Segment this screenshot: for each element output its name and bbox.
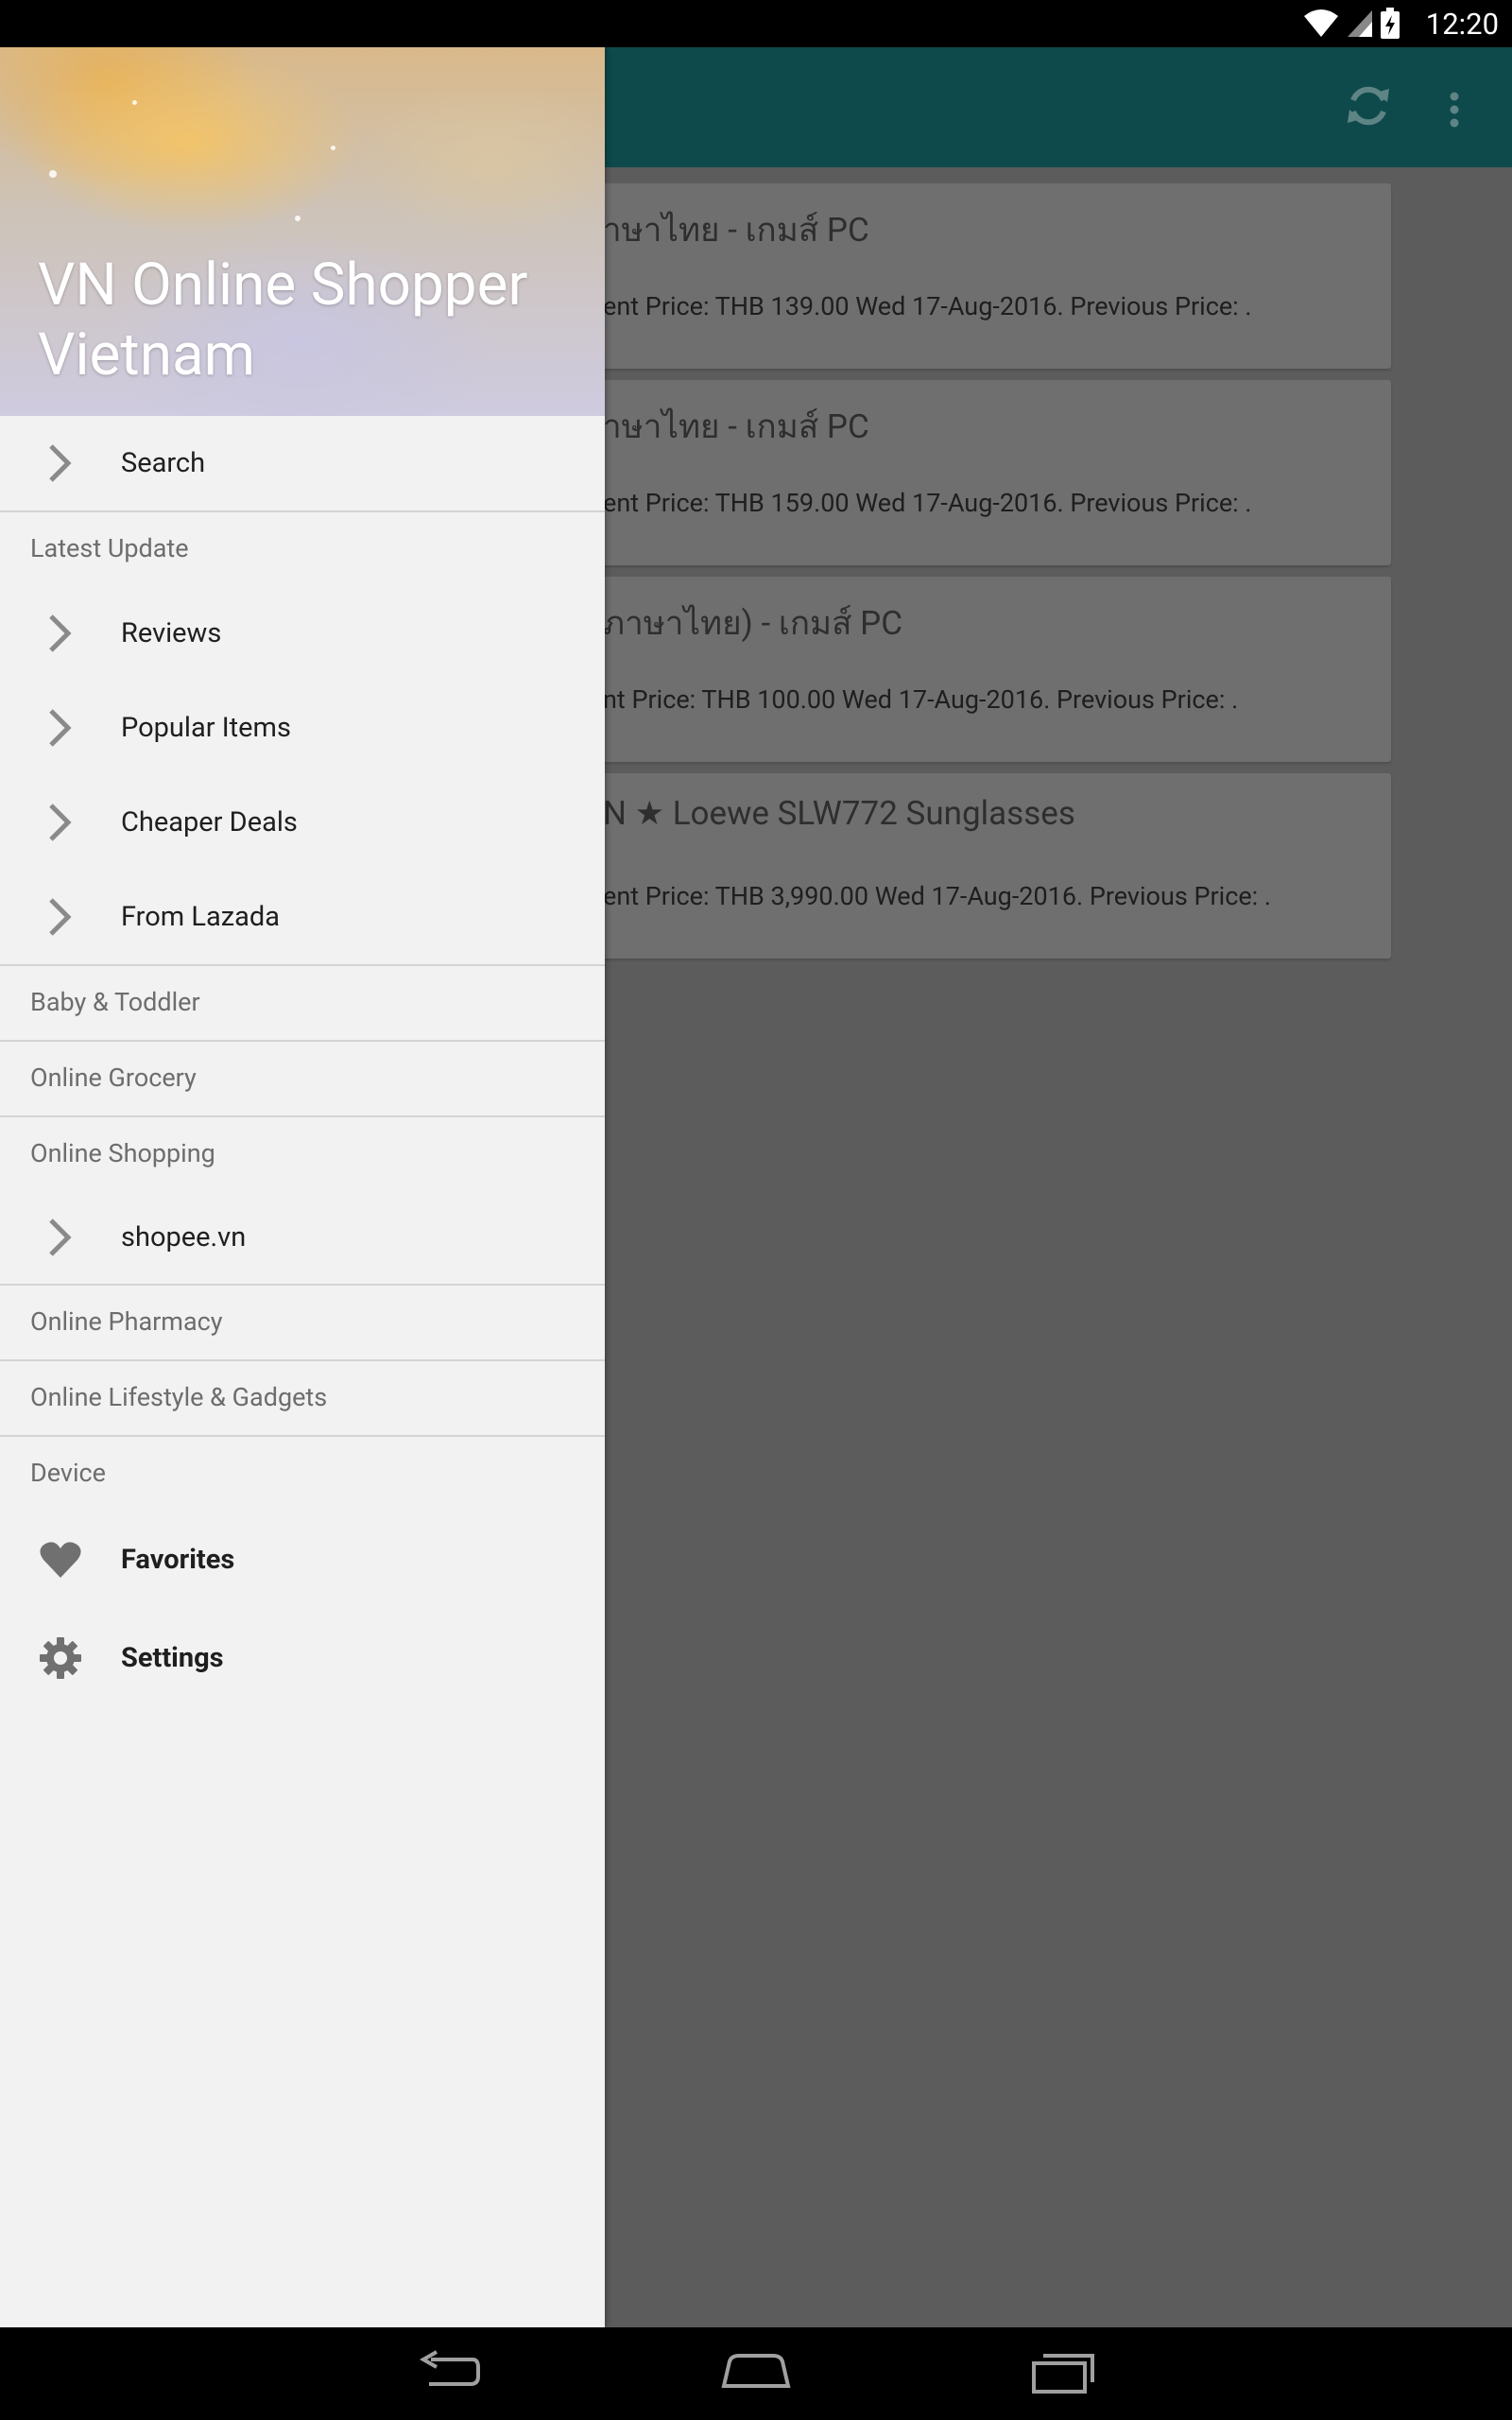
drawer-item-favorites[interactable]: Favorites <box>0 1511 605 1609</box>
section-label: Latest Update <box>30 533 189 563</box>
chevron-right-icon <box>49 444 72 482</box>
section-label: Online Pharmacy <box>30 1306 223 1337</box>
heart-icon <box>40 1542 81 1578</box>
listing-price: ent Price: THB 159.00 Wed 17-Aug-2016. P… <box>603 488 1252 518</box>
listing-price: ent Price: THB 139.00 Wed 17-Aug-2016. P… <box>603 291 1252 321</box>
drawer-header: VN Online Shopper Vietnam <box>0 47 605 416</box>
listing-price: ent Price: THB 3,990.00 Wed 17-Aug-2016.… <box>603 881 1272 911</box>
chevron-right-icon <box>49 709 72 747</box>
listing-title: N ★ Loewe SLW772 Sunglasses <box>603 794 1075 833</box>
section-label: Online Shopping <box>30 1138 215 1168</box>
cell-signal-icon <box>1348 10 1372 37</box>
status-time: 12:20 <box>1425 7 1499 42</box>
drawer-category-online-lifestyle[interactable]: Online Lifestyle & Gadgets <box>0 1361 605 1435</box>
gear-icon <box>40 1637 81 1679</box>
overflow-menu-icon[interactable] <box>1448 91 1461 129</box>
drawer-item-cheaper-deals[interactable]: Cheaper Deals <box>0 775 605 870</box>
section-header-device: Device <box>0 1437 605 1511</box>
section-label: Baby & Toddler <box>30 987 200 1017</box>
battery-charging-icon <box>1381 8 1400 39</box>
drawer-category-online-shopping[interactable]: Online Shopping <box>0 1117 605 1191</box>
drawer-item-label: Cheaper Deals <box>121 806 298 838</box>
section-label: Online Grocery <box>30 1063 197 1093</box>
drawer-category-baby-toddler[interactable]: Baby & Toddler <box>0 966 605 1040</box>
section-label: Device <box>30 1458 106 1488</box>
drawer-item-popular-items[interactable]: Popular Items <box>0 681 605 775</box>
listing-card[interactable]: ภาษาไทย) - เกมส์ PC nt Price: THB 100.00… <box>501 577 1391 762</box>
drawer-category-online-grocery[interactable]: Online Grocery <box>0 1042 605 1115</box>
wifi-icon <box>1304 9 1338 37</box>
drawer-item-search[interactable]: Search <box>0 416 605 510</box>
listing-title: าษาไทย - เกมส์ PC <box>603 211 869 250</box>
home-icon[interactable] <box>720 2348 792 2395</box>
status-bar: 12:20 <box>0 0 1512 47</box>
drawer-item-label: Settings <box>121 1642 224 1674</box>
listing-card[interactable]: N ★ Loewe SLW772 Sunglasses ent Price: T… <box>501 773 1391 959</box>
listing-price: nt Price: THB 100.00 Wed 17-Aug-2016. Pr… <box>603 684 1239 715</box>
drawer-item-label: From Lazada <box>121 901 281 933</box>
drawer-item-label: Favorites <box>121 1544 235 1576</box>
header-sparkle <box>331 146 335 150</box>
back-icon[interactable] <box>416 2348 482 2395</box>
drawer-item-reviews[interactable]: Reviews <box>0 586 605 681</box>
drawer-item-label: Reviews <box>121 617 222 649</box>
drawer-item-from-lazada[interactable]: From Lazada <box>0 870 605 964</box>
listing-card[interactable]: าษาไทย - เกมส์ PC ent Price: THB 159.00 … <box>501 380 1391 565</box>
section-header-latest-update: Latest Update <box>0 512 605 586</box>
listing-title: ภาษาไทย) - เกมส์ PC <box>603 604 902 643</box>
drawer-item-label: shopee.vn <box>121 1221 247 1253</box>
header-sparkle <box>295 216 301 221</box>
listing-title: าษาไทย - เกมส์ PC <box>603 407 869 446</box>
recents-icon[interactable] <box>1030 2348 1096 2395</box>
header-sparkle <box>49 170 57 178</box>
drawer-item-shopee[interactable]: shopee.vn <box>0 1191 605 1284</box>
drawer-category-online-pharmacy[interactable]: Online Pharmacy <box>0 1286 605 1359</box>
navigation-drawer: VN Online Shopper Vietnam Search Latest … <box>0 47 605 2327</box>
chevron-right-icon <box>49 614 72 652</box>
drawer-item-label: Search <box>121 447 206 479</box>
chevron-right-icon <box>49 804 72 841</box>
section-label: Online Lifestyle & Gadgets <box>30 1382 328 1412</box>
drawer-item-label: Popular Items <box>121 712 291 744</box>
status-icons <box>1302 8 1400 40</box>
system-nav-bar <box>0 2327 1512 2420</box>
listing-card[interactable]: าษาไทย - เกมส์ PC ent Price: THB 139.00 … <box>501 183 1391 369</box>
drawer-item-settings[interactable]: Settings <box>0 1609 605 1707</box>
chevron-right-icon <box>49 898 72 936</box>
chevron-right-icon <box>49 1219 72 1256</box>
refresh-icon[interactable] <box>1342 79 1395 132</box>
drawer-app-title: VN Online Shopper Vietnam <box>38 251 528 389</box>
header-sparkle <box>132 100 137 105</box>
